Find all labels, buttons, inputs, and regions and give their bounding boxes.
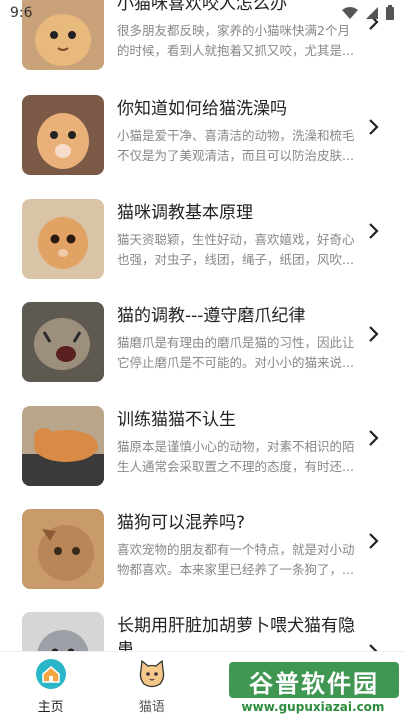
article-thumbnail (22, 406, 104, 486)
wifi-icon (342, 7, 358, 19)
watermark: 谷普软件园 www.gupuxiazai.com (223, 658, 403, 718)
tab-label: 主页 (37, 699, 64, 715)
article-thumbnail (22, 509, 104, 589)
list-item[interactable]: 你知道如何给猫洗澡吗 小猫是爱干净、喜清洁的动物，洗澡和梳毛不仅是为了美观清洁，… (0, 95, 405, 199)
cat-face-icon (139, 659, 165, 687)
list-item[interactable]: 长期用肝脏加胡萝卜喂犬猫有隐患 (0, 612, 405, 652)
tab-home[interactable]: 主页 (11, 658, 91, 715)
article-list: 小猫咪喜欢咬人怎么办 很多朋友都反映，家养的小猫咪快满2个月的时候，看到人就抱着… (0, 0, 405, 652)
article-title: 猫狗可以混养吗? (117, 513, 246, 533)
article-thumbnail (22, 302, 104, 382)
list-item[interactable]: 猫咪调教基本原理 猫天资聪颖，生性好动，喜欢嬉戏，好奇心也强，对虫子，线团，绳子… (0, 199, 405, 303)
chevron-right-icon (369, 223, 379, 239)
article-title: 你知道如何给猫洗澡吗 (117, 99, 287, 119)
article-thumbnail (22, 199, 104, 279)
list-item[interactable]: 猫的调教---遵守磨爪纪律 猫磨爪是有理由的磨爪是猫的习性，因此让它停止磨爪是不… (0, 302, 405, 406)
article-desc: 喜欢宠物的朋友都有一个特点，就是对小动物都喜欢。本来家里已经养了一条狗了，... (117, 542, 355, 577)
watermark-text: 谷普软件园 (249, 670, 379, 698)
chevron-right-icon (369, 430, 379, 446)
status-icons (341, 5, 395, 21)
home-icon (35, 658, 66, 689)
battery-icon (386, 5, 394, 20)
chevron-right-icon (369, 119, 379, 135)
article-desc: 猫天资聪颖，生性好动，喜欢嬉戏，好奇心也强，对虫子，线团，绳子，纸团，风吹... (117, 232, 355, 267)
chevron-right-icon (369, 533, 379, 549)
article-desc: 很多朋友都反映，家养的小猫咪快满2个月的时候，看到人就抱着又抓又咬，尤其是... (117, 23, 354, 58)
article-desc: 猫磨爪是有理由的磨爪是猫的习性，因此让它停止磨爪是不可能的。对小小的猫来说... (117, 335, 355, 370)
article-desc: 猫原本是谨慎小心的动物，对素不相识的陌生人通常会采取置之不理的态度，有时还... (117, 439, 355, 474)
article-desc: 小猫是爱干净、喜清洁的动物，洗澡和梳毛不仅是为了美观清洁，而且可以防治皮肤... (117, 128, 355, 163)
article-thumbnail (22, 612, 104, 652)
chevron-right-icon (369, 326, 379, 342)
article-title: 训练猫猫不认生 (117, 410, 236, 430)
article-title: 猫咪调教基本原理 (117, 203, 253, 223)
article-title: 长期用肝脏加胡萝卜喂犬猫有隐患 (117, 616, 355, 652)
article-thumbnail (22, 95, 104, 175)
list-item[interactable]: 训练猫猫不认生 猫原本是谨慎小心的动物，对素不相识的陌生人通常会采取置之不理的态… (0, 406, 405, 510)
list-item[interactable]: 猫狗可以混养吗? 喜欢宠物的朋友都有一个特点，就是对小动物都喜欢。本来家里已经养… (0, 509, 405, 613)
status-bar: 9:6 (0, 0, 405, 26)
watermark-url: www.gupuxiazai.com (241, 700, 385, 714)
article-title: 猫的调教---遵守磨爪纪律 (117, 306, 306, 326)
status-time: 9:6 (10, 5, 33, 21)
tab-label: 猫语 (138, 699, 165, 715)
tab-cat-language[interactable]: 猫语 (112, 658, 192, 715)
signal-icon (366, 7, 378, 19)
